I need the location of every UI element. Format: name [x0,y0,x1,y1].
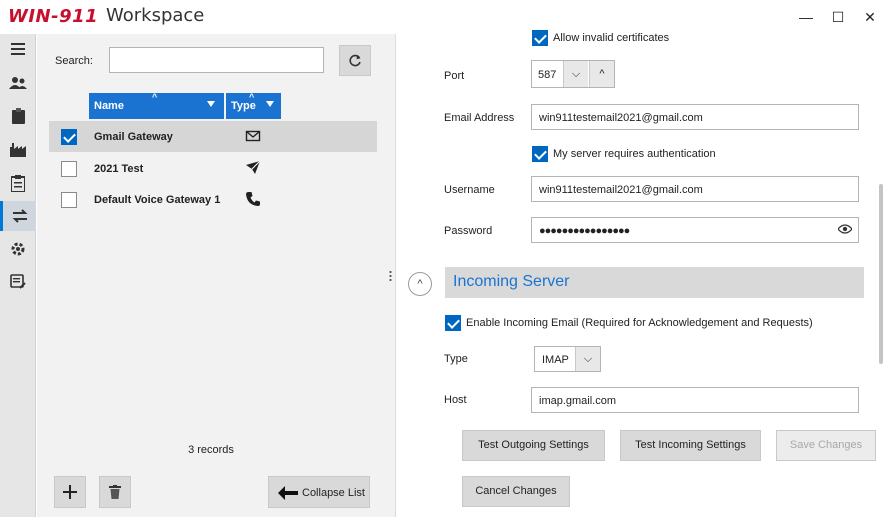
row-name: Gmail Gateway [94,131,173,143]
row-name: Default Voice Gateway 1 [94,194,221,206]
list-row[interactable]: Default Voice Gateway 1 [49,184,377,215]
type-value: IMAP [542,354,569,366]
column-name-label: Name [94,100,124,112]
maximize-button[interactable]: ☐ [826,6,850,28]
cancel-changes-button[interactable]: Cancel Changes [462,476,570,507]
port-value: 587 [538,69,557,81]
nav-rail [0,34,36,517]
port-decrement-button[interactable]: ⌵ [563,61,588,87]
row-checkbox[interactable] [61,192,77,208]
arrow-left-icon [278,486,298,500]
port-increment-button[interactable]: ^ [589,61,614,87]
rail-item-gateways[interactable] [0,201,36,231]
gateway-list-panel: Search: Name ^ Type ^ Gmail Gateway 2021… [37,34,385,517]
sort-asc-icon: ^ [249,92,255,102]
requires-auth-checkbox[interactable] [532,146,548,162]
email-address-field[interactable]: win911testemail2021@gmail.com [531,104,859,130]
rail-item-clipboard[interactable] [0,101,36,131]
rail-item-settings[interactable] [0,234,36,264]
title-bar: WIN-911 Workspace — ☐ ✕ [0,0,887,34]
collapse-list-label: Collapse List [302,487,365,499]
list-row[interactable]: 2021 Test [49,153,377,184]
rail-item-factory[interactable] [0,135,36,165]
incoming-server-header: Incoming Server [445,267,864,298]
telegram-icon [246,160,261,174]
host-field[interactable]: imap.gmail.com [531,387,859,413]
menu-button[interactable] [0,34,36,64]
port-stepper[interactable]: 587 ⌵ ^ [531,60,615,88]
window-title: Workspace [106,5,205,26]
username-label: Username [444,184,495,196]
type-label: Type [444,353,468,365]
minimize-button[interactable]: — [794,6,818,28]
list-row[interactable]: Gmail Gateway [49,121,377,152]
column-header-type[interactable]: Type ^ [226,92,281,119]
vertical-scrollbar[interactable] [879,184,883,364]
type-select[interactable]: IMAP ⌵ [534,346,601,372]
chevron-down-icon[interactable]: ⌵ [575,347,600,371]
clipboard-icon [11,108,25,124]
rail-item-report[interactable] [0,168,36,198]
filter-icon[interactable] [207,101,215,107]
search-input[interactable] [109,47,324,73]
delete-button[interactable] [99,476,131,508]
row-checkbox[interactable] [61,161,77,177]
gateway-icon [12,209,27,223]
allow-invalid-certs-checkbox[interactable] [532,30,548,46]
plus-icon [63,485,77,499]
users-icon [9,77,27,89]
username-field[interactable]: win911testemail2021@gmail.com [531,176,859,202]
menu-icon [11,43,25,55]
gateway-settings-form: Allow invalid certificates Port 587 ⌵ ^ … [397,30,887,517]
phone-icon [246,192,260,206]
collapse-list-button[interactable]: Collapse List [268,476,370,508]
factory-icon [10,143,26,157]
password-field[interactable]: ●●●●●●●●●●●●●●●● [531,217,859,243]
sort-asc-icon: ^ [152,92,158,102]
save-changes-button[interactable]: Save Changes [776,430,876,461]
enable-incoming-checkbox[interactable] [445,315,461,331]
gear-icon [11,242,25,256]
email-address-label: Email Address [444,112,515,124]
panel-splitter[interactable] [385,34,396,517]
report-icon [11,174,25,192]
host-label: Host [444,394,467,406]
password-label: Password [444,225,493,237]
rail-item-notes[interactable] [0,267,36,297]
collapse-section-button[interactable]: ^ [408,272,432,296]
refresh-button[interactable] [339,45,371,76]
test-outgoing-button[interactable]: Test Outgoing Settings [462,430,605,461]
row-name: 2021 Test [94,163,144,175]
trash-icon [109,485,121,499]
close-button[interactable]: ✕ [858,6,882,28]
drag-handle-icon[interactable] [389,270,392,282]
app-logo: WIN-911 [8,6,99,27]
test-incoming-button[interactable]: Test Incoming Settings [620,430,761,461]
rail-item-users[interactable] [0,68,36,98]
enable-incoming-label: Enable Incoming Email (Required for Ackn… [466,317,813,329]
filter-icon[interactable] [266,101,274,107]
section-title: Incoming Server [453,273,570,290]
records-count: 3 records [188,444,234,456]
port-label: Port [444,70,465,82]
requires-auth-label: My server requires authentication [553,148,716,160]
refresh-icon [349,54,361,66]
row-checkbox[interactable] [61,129,77,145]
allow-invalid-certs-label: Allow invalid certificates [553,32,670,44]
add-button[interactable] [54,476,86,508]
column-header-name[interactable]: Name ^ [89,92,224,119]
search-label: Search: [55,55,93,67]
show-password-icon[interactable] [838,224,852,234]
email-icon [245,130,261,142]
notes-icon [10,274,26,289]
